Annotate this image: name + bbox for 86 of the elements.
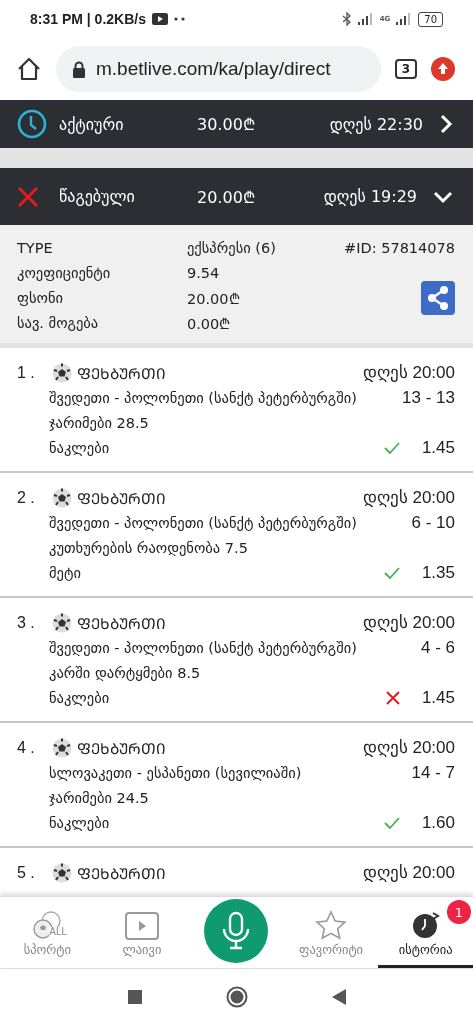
selection-number: 5 . — [17, 863, 36, 882]
home-icon[interactable] — [16, 56, 42, 82]
detail-label: TYPE — [17, 239, 54, 256]
chevron-right-icon — [439, 114, 453, 134]
back-icon[interactable] — [331, 988, 346, 1005]
selection-number: 2 . — [17, 488, 36, 507]
soccer-ball-icon — [52, 862, 72, 883]
bet-row[interactable]: წაგებული 20.00₾ დღეს 19:29 — [0, 168, 473, 225]
match-time: დღეს 20:00 — [362, 362, 455, 383]
history-icon — [410, 910, 441, 940]
detail-label: ფსონი — [17, 289, 65, 306]
nav-tab[interactable]: ფავორიტი — [283, 897, 379, 968]
match-time: დღეს 20:00 — [362, 612, 455, 633]
star-icon — [315, 910, 348, 940]
detail-value: ექსპრესი (6) — [187, 239, 277, 256]
detail-value: 9.54 — [187, 264, 221, 281]
clock-icon — [17, 109, 47, 139]
match-score: 4 - 6 — [420, 637, 455, 658]
bluetooth-icon — [341, 12, 352, 26]
match-time: დღეს 20:00 — [362, 862, 455, 883]
upload-icon[interactable] — [431, 57, 455, 81]
home-icon[interactable] — [225, 985, 248, 1008]
selection-number: 4 . — [17, 738, 36, 757]
sport-name: ᲤᲔᲮᲑᲣᲠᲗᲘ — [77, 488, 166, 508]
bet-amount: 30.00₾ — [197, 114, 256, 135]
signal-icon — [357, 13, 374, 25]
match-name: სლოვაკეთი - ესპანეთი (სევილიაში) — [49, 764, 302, 781]
bet-status: წაგებული — [59, 187, 136, 206]
pick-name: ნაკლები — [49, 689, 110, 706]
microphone-icon — [221, 911, 252, 951]
odds-value: 1.60 — [421, 812, 455, 833]
recents-icon[interactable] — [127, 989, 142, 1004]
nav-tab[interactable]: ALL სპორტი — [0, 897, 95, 968]
match-score: 6 - 10 — [411, 512, 455, 533]
status-time: 8:31 PM | 0.2KB/s — [30, 11, 146, 27]
selection-number: 3 . — [17, 613, 36, 632]
pick-name: ნაკლები — [49, 814, 110, 831]
sport-name: ᲤᲔᲮᲑᲣᲠᲗᲘ — [77, 613, 166, 633]
match-name: შვედეთი - პოლონეთი (სანქტ პეტერბურგში) — [49, 514, 357, 531]
odds-value: 1.45 — [421, 687, 455, 708]
soccer-ball-icon — [52, 612, 72, 633]
lock-icon — [72, 60, 86, 78]
notification-badge: 1 — [446, 900, 471, 924]
address-bar[interactable]: m.betlive.com/ka/play/direct — [56, 46, 381, 92]
odds-value: 1.45 — [421, 437, 455, 458]
match-score: 14 - 7 — [411, 762, 455, 783]
bet-time: დღეს 19:29 — [323, 187, 417, 206]
match-score: 13 - 13 — [402, 387, 455, 408]
nav-tab[interactable]: ლაივი — [94, 897, 190, 968]
bet-status: აქტიური — [59, 114, 125, 134]
market-name: კარში დარტყმები 8.5 — [49, 664, 201, 681]
share-button[interactable] — [421, 280, 455, 315]
signal-icon — [396, 13, 413, 25]
market-name: ჯარიმები 28.5 — [49, 414, 149, 431]
soccer-ball-icon — [52, 362, 72, 383]
bet-id: #ID: 57814078 — [344, 239, 455, 256]
play-icon — [124, 912, 159, 940]
pick-name: ნაკლები — [49, 439, 110, 456]
chevron-down-icon — [433, 189, 453, 204]
detail-value: 0.00₾ — [187, 314, 232, 333]
detail-value: 20.00₾ — [187, 289, 241, 308]
sport-name: ᲤᲔᲮᲑᲣᲠᲗᲘ — [77, 738, 166, 758]
sport-name: ᲤᲔᲮᲑᲣᲠᲗᲘ — [77, 363, 166, 383]
video-icon — [151, 13, 168, 25]
detail-label: სავ. მოგება — [17, 314, 100, 331]
battery-indicator: 70 — [418, 11, 443, 27]
tab-count-button[interactable]: 3 — [394, 59, 417, 79]
soccer-ball-icon — [52, 487, 72, 508]
selection-number: 1 . — [17, 363, 36, 382]
market-name: კუთხურების რაოდენობა 7.5 — [49, 539, 248, 556]
match-time: დღეს 20:00 — [362, 737, 455, 758]
odds-value: 1.35 — [421, 562, 455, 583]
soccer-ball-icon — [52, 737, 72, 758]
match-name: შვედეთი - პოლონეთი (სანქტ პეტერბურგში) — [49, 639, 357, 656]
match-time: დღეს 20:00 — [362, 487, 455, 508]
detail-label: კოეფიციენტი — [17, 264, 112, 281]
bet-amount: 20.00₾ — [197, 186, 256, 208]
bet-row[interactable]: აქტიური 30.00₾ დღეს 22:30 — [0, 100, 473, 148]
match-name: შვედეთი - პოლონეთი (სანქტ პეტერბურგში) — [49, 389, 357, 406]
cross-icon — [17, 185, 39, 208]
icon-label: ALL — [49, 927, 68, 937]
pick-name: მეტი — [49, 564, 81, 581]
dots-icon — [173, 17, 186, 21]
sport-name: ᲤᲔᲮᲑᲣᲠᲗᲘ — [77, 863, 166, 883]
market-name: ჯარიმები 24.5 — [49, 789, 149, 806]
bet-time: დღეს 22:30 — [329, 114, 423, 134]
